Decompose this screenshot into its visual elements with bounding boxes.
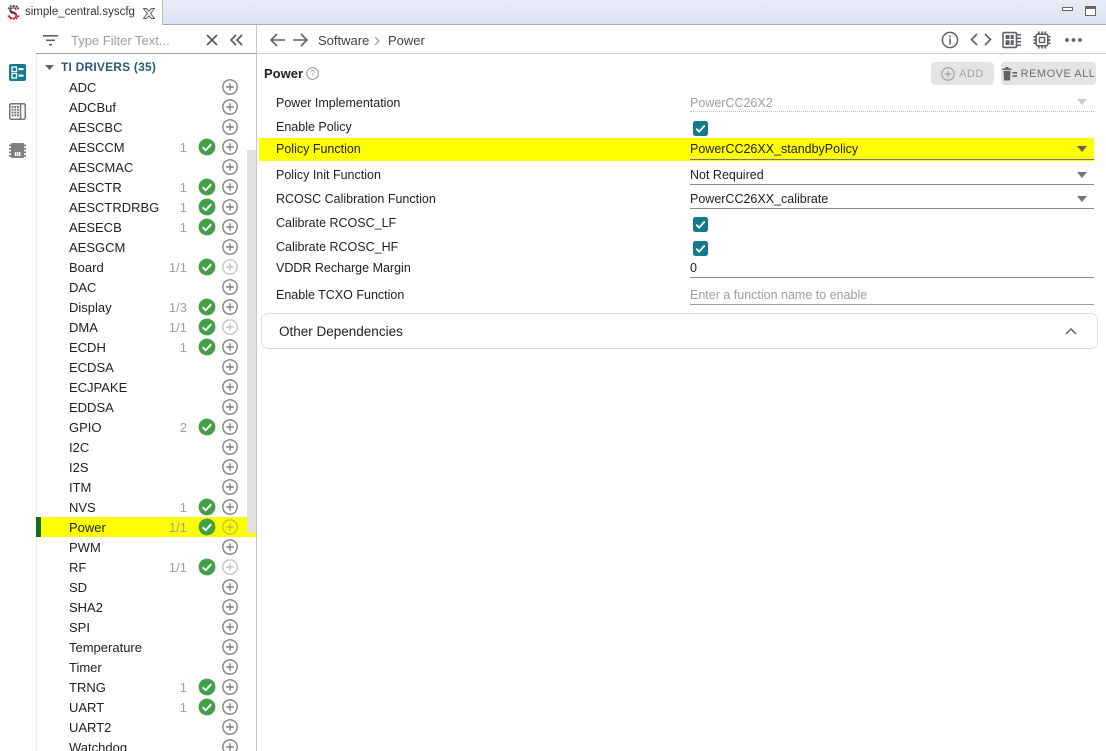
svg-text:S: S: [8, 4, 17, 21]
svg-text:?: ?: [310, 69, 315, 79]
